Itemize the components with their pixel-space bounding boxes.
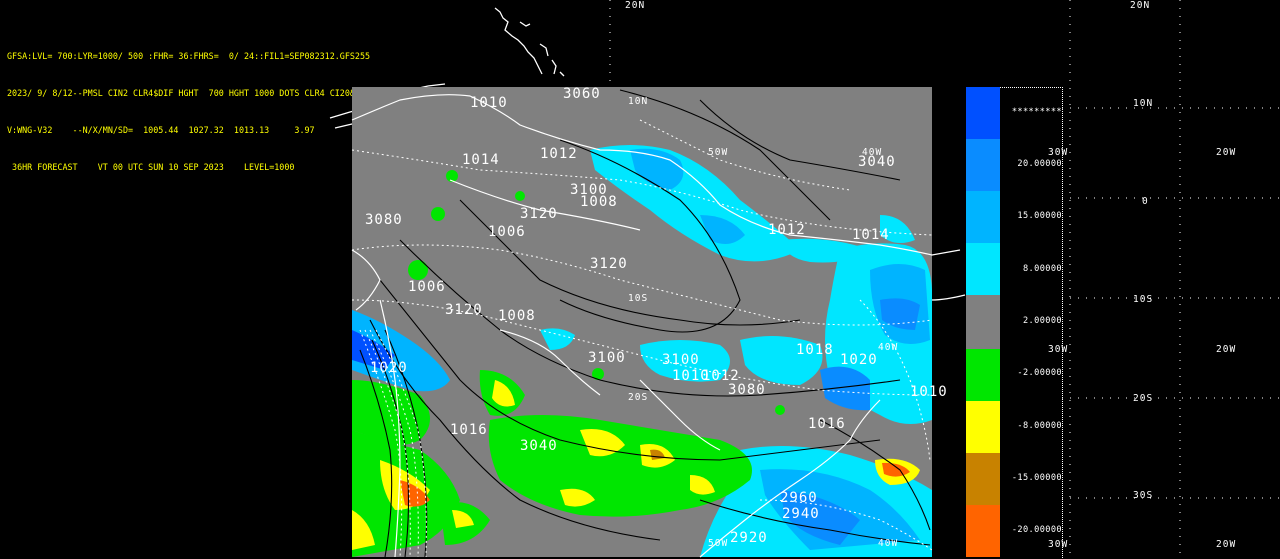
contour-label: 3060 [563, 86, 601, 102]
contour-label: 1010 [910, 384, 948, 400]
colorbar-label: -2.00000 [1017, 368, 1062, 378]
contour-label: 3120 [445, 302, 483, 318]
lon-label: 50W [708, 538, 729, 549]
contour-label: 3040 [858, 154, 896, 170]
colorbar-segment [966, 87, 1000, 139]
contour-label: 1012 [768, 222, 806, 238]
lon-label: 30W [1048, 539, 1069, 550]
contour-label: 3120 [520, 206, 558, 222]
colorbar-label: -15.00000 [1011, 473, 1062, 483]
colorbar-segment [966, 505, 1000, 557]
lat-label: 20N [625, 0, 646, 11]
colorbar-segment [966, 453, 1000, 505]
lat-label: 10N [1133, 98, 1154, 109]
contour-label: 3040 [520, 438, 558, 454]
colorbar-label: -8.00000 [1017, 421, 1062, 431]
contour-label: 1016 [450, 422, 488, 438]
lon-label: 40W [878, 342, 899, 353]
weather-map [329, 0, 1280, 559]
colorbar-segment [966, 243, 1000, 295]
contour-label: 1008 [580, 194, 618, 210]
contour-label: 3100 [588, 350, 626, 366]
contour-label: 3080 [728, 382, 766, 398]
colorbar-segment [966, 401, 1000, 453]
lat-label: 20S [628, 392, 649, 403]
colorbar-label: 15.00000 [1017, 211, 1062, 221]
contour-label: 1016 [808, 416, 846, 432]
colorbar-segment [966, 349, 1000, 401]
colorbar-label: ********* [1011, 107, 1062, 117]
lat-label: 0 [1142, 196, 1149, 207]
lat-label: 10S [1133, 294, 1154, 305]
contour-label: 3100 [662, 352, 700, 368]
lon-label: 20W [1216, 539, 1237, 550]
lon-label: 50W [708, 147, 729, 158]
contour-label: 1020 [370, 360, 408, 376]
contour-label: 1018 [796, 342, 834, 358]
lon-label: 30W [1048, 344, 1069, 355]
lat-label: 20N [1130, 0, 1151, 11]
colorbar [966, 87, 1000, 557]
lat-label: 30S [1133, 490, 1154, 501]
contour-label: 1006 [408, 279, 446, 295]
colorbar-segment [966, 191, 1000, 243]
contour-label: 1008 [498, 308, 536, 324]
contour-label: 2960 [780, 490, 818, 506]
contour-label: 1014 [462, 152, 500, 168]
lon-label: 20W [1216, 147, 1237, 158]
colorbar-label: 8.00000 [1022, 264, 1062, 274]
colorbar-segment [966, 139, 1000, 191]
contour-label: 1010 [470, 95, 508, 111]
contour-label: 1006 [488, 224, 526, 240]
contour-label: 1012 [702, 368, 740, 384]
contour-label: 1014 [852, 227, 890, 243]
contour-label: 3080 [365, 212, 403, 228]
contour-label: 3120 [590, 256, 628, 272]
contour-label: 1012 [540, 146, 578, 162]
colorbar-segment [966, 295, 1000, 349]
colorbar-label: -20.00000 [1011, 525, 1062, 535]
colorbar-label: 2.00000 [1022, 316, 1062, 326]
contour-label: 2940 [782, 506, 820, 522]
lat-label: 10N [628, 96, 649, 107]
lon-label: 20W [1216, 344, 1237, 355]
contour-label: 2920 [730, 530, 768, 546]
lon-label: 40W [878, 538, 899, 549]
lon-label: 30W [1048, 147, 1069, 158]
contour-label: 1020 [840, 352, 878, 368]
lat-label: 20S [1133, 393, 1154, 404]
colorbar-label: 20.00000 [1017, 159, 1062, 169]
lat-label: 10S [628, 293, 649, 304]
